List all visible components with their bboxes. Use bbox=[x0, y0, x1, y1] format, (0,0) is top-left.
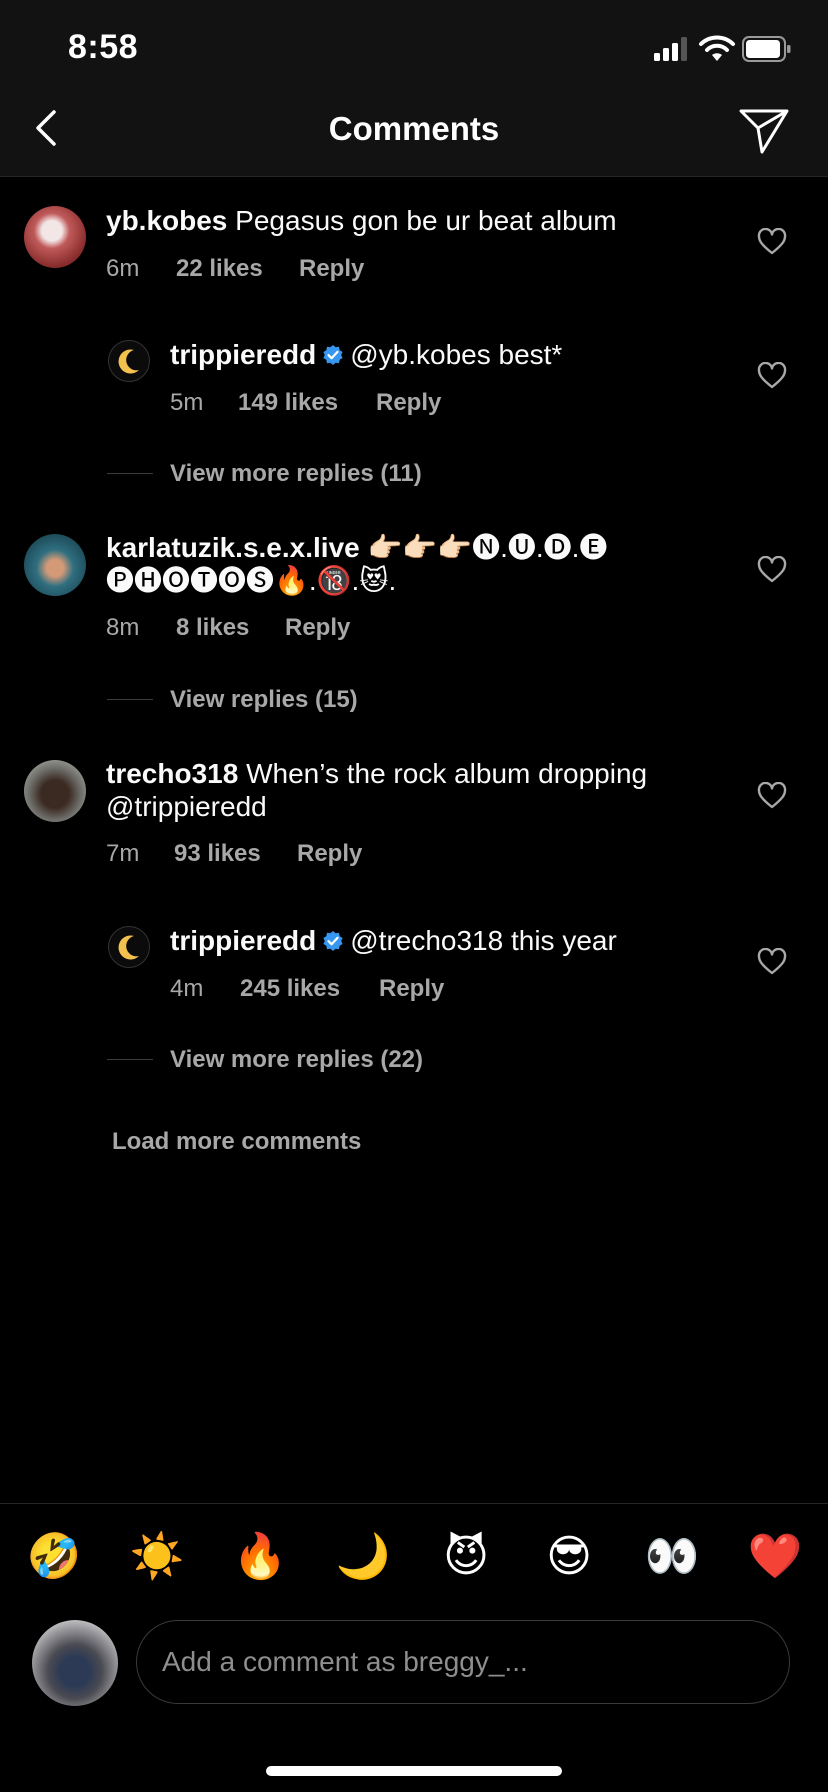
load-more-comments[interactable]: Load more comments bbox=[112, 1128, 361, 1156]
current-user-avatar bbox=[32, 1620, 118, 1706]
emoji-moon[interactable]: 🌙 bbox=[333, 1532, 393, 1582]
reply-username[interactable]: trippieredd bbox=[170, 925, 316, 956]
verified-badge-icon bbox=[323, 345, 343, 365]
comment-text: 🅟🅗🅞🅣🅞🅢🔥.🔞.😻. bbox=[106, 565, 397, 596]
like-heart-icon[interactable] bbox=[757, 782, 787, 810]
comment-text: When’s the rock album dropping bbox=[246, 758, 648, 789]
view-more-replies[interactable]: View more replies (22) bbox=[170, 1046, 423, 1074]
avatar[interactable] bbox=[108, 340, 150, 382]
comment-mention[interactable]: @trippieredd bbox=[106, 790, 726, 823]
comment-body: yb.kobes Pegasus gon be ur beat album bbox=[106, 204, 726, 237]
comment-username[interactable]: trecho318 bbox=[106, 758, 238, 789]
comment-input-placeholder: Add a comment as breggy_... bbox=[162, 1646, 528, 1677]
avatar[interactable] bbox=[24, 760, 86, 822]
avatar[interactable] bbox=[24, 206, 86, 268]
direct-send-icon[interactable] bbox=[738, 106, 790, 154]
comment-meta: 8m 8 likes Reply bbox=[106, 614, 506, 644]
comment-time: 6m bbox=[106, 255, 140, 282]
like-heart-icon[interactable] bbox=[757, 948, 787, 976]
reply-body: trippieredd @yb.kobes best* bbox=[170, 338, 730, 371]
thread-line bbox=[107, 1059, 153, 1060]
comment-username[interactable]: karlatuzik.s.e.x.live bbox=[106, 532, 360, 563]
avatar[interactable] bbox=[108, 926, 150, 968]
reply-button[interactable]: Reply bbox=[285, 614, 350, 642]
reply-meta: 5m 149 likes Reply bbox=[170, 389, 570, 419]
comment-time: 7m bbox=[106, 840, 140, 867]
emoji-rofl[interactable]: 🤣 bbox=[24, 1532, 84, 1582]
comment-body: karlatuzik.s.e.x.live 👉🏻👉🏻👉🏻🅝.🅤.🅓.🅔 🅟🅗🅞🅣… bbox=[106, 531, 706, 597]
emoji-bar-divider bbox=[0, 1503, 828, 1504]
emoji-sun[interactable]: ☀️ bbox=[127, 1532, 187, 1582]
view-replies[interactable]: View replies (15) bbox=[170, 686, 358, 714]
reply-text: @trecho318 this year bbox=[350, 925, 617, 956]
comment-text: Pegasus gon be ur beat album bbox=[235, 205, 617, 236]
emoji-sunglasses[interactable]: 😎 bbox=[539, 1532, 599, 1582]
emoji-eyes[interactable]: 👀 bbox=[642, 1532, 702, 1582]
thread-line bbox=[107, 473, 153, 474]
view-more-replies[interactable]: View more replies (11) bbox=[170, 460, 422, 488]
comment-meta: 7m 93 likes Reply bbox=[106, 840, 506, 870]
reply-body: trippieredd @trecho318 this year bbox=[170, 924, 730, 957]
page-title: Comments bbox=[328, 110, 500, 147]
reply-likes[interactable]: 245 likes bbox=[240, 975, 340, 1003]
wifi-icon bbox=[699, 35, 735, 61]
crescent-moon-icon bbox=[118, 935, 139, 960]
battery-icon bbox=[742, 36, 791, 62]
reply-text: @yb.kobes best* bbox=[350, 339, 563, 370]
crescent-moon-icon bbox=[118, 349, 139, 374]
like-heart-icon[interactable] bbox=[757, 228, 787, 256]
verified-badge-icon bbox=[323, 931, 343, 951]
emoji-devil[interactable]: 😈 bbox=[436, 1532, 496, 1582]
home-indicator bbox=[266, 1766, 562, 1776]
comment-username[interactable]: yb.kobes bbox=[106, 205, 227, 236]
comment-text: 👉🏻👉🏻👉🏻🅝.🅤.🅓.🅔 bbox=[367, 532, 608, 563]
cellular-signal-icon bbox=[654, 37, 687, 61]
emoji-fire[interactable]: 🔥 bbox=[230, 1532, 290, 1582]
comment-meta: 6m 22 likes Reply bbox=[106, 255, 506, 285]
comment-body: trecho318 When’s the rock album dropping… bbox=[106, 757, 726, 823]
emoji-heart[interactable]: ❤️ bbox=[745, 1532, 805, 1582]
reply-button[interactable]: Reply bbox=[376, 389, 441, 417]
reply-username[interactable]: trippieredd bbox=[170, 339, 316, 370]
thread-line bbox=[107, 699, 153, 700]
reply-button[interactable]: Reply bbox=[297, 840, 362, 868]
comment-time: 8m bbox=[106, 614, 140, 641]
reply-meta: 4m 245 likes Reply bbox=[170, 975, 570, 1005]
comment-likes[interactable]: 93 likes bbox=[174, 840, 261, 868]
reply-button[interactable]: Reply bbox=[299, 255, 364, 283]
status-time: 8:58 bbox=[68, 28, 139, 66]
like-heart-icon[interactable] bbox=[757, 556, 787, 584]
reply-time: 4m bbox=[170, 975, 204, 1002]
comment-likes[interactable]: 8 likes bbox=[176, 614, 249, 642]
avatar[interactable] bbox=[24, 534, 86, 596]
reply-likes[interactable]: 149 likes bbox=[238, 389, 338, 417]
comment-likes[interactable]: 22 likes bbox=[176, 255, 263, 283]
reply-time: 5m bbox=[170, 389, 204, 416]
like-heart-icon[interactable] bbox=[757, 362, 787, 390]
reply-button[interactable]: Reply bbox=[379, 975, 444, 1003]
